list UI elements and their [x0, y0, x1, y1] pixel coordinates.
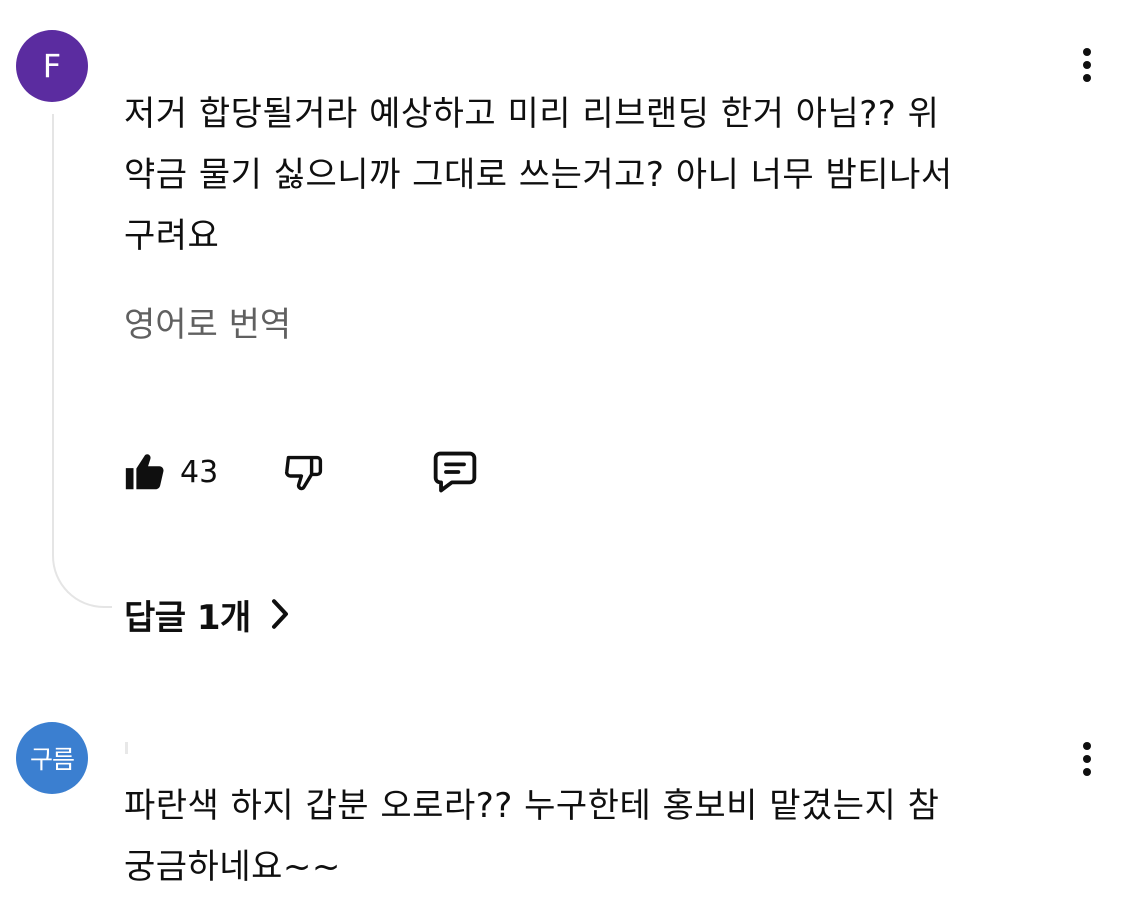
comment-more-options-button[interactable] [1070, 42, 1104, 88]
comment-reply-icon [433, 451, 477, 493]
avatar-initial: 구름 [29, 745, 75, 774]
comment-text: 파란색 하지 갑분 오로라?? 누구한테 홍보비 맡겼는지 참 궁금하네요~~ [124, 786, 940, 887]
replies-count-label: 답글 1개 [124, 597, 251, 638]
more-dot [1083, 768, 1091, 776]
chevron-right-icon [269, 597, 291, 631]
more-dot [1083, 61, 1091, 69]
dislike-button[interactable] [280, 448, 328, 496]
commenter-avatar[interactable]: F [16, 30, 88, 102]
comment-more-options-button[interactable] [1070, 736, 1104, 782]
thumbs-down-icon [285, 455, 323, 491]
commenter-avatar[interactable]: 구름 [16, 722, 88, 794]
more-vertical-icon [1083, 742, 1091, 750]
like-button[interactable]: 43 [122, 449, 218, 495]
like-count: 43 [180, 454, 219, 490]
comment-text: 저거 합당될거라 예상하고 미리 리브랜딩 한거 아님?? 위 약금 물기 싫으… [124, 94, 953, 256]
view-replies-button[interactable]: 답글 1개 [124, 584, 291, 644]
thread-connector-line [52, 114, 112, 608]
reply-button[interactable] [428, 445, 482, 499]
comment-actions: 43 [122, 440, 482, 504]
more-dot [1083, 74, 1091, 82]
more-vertical-icon [1083, 48, 1091, 56]
commenter-name-placeholder [125, 742, 128, 754]
thumbs-up-icon [125, 454, 164, 490]
avatar-initial: F [42, 47, 62, 85]
more-dot [1083, 755, 1091, 763]
translate-to-english-button[interactable]: 영어로 번역 [124, 298, 291, 352]
